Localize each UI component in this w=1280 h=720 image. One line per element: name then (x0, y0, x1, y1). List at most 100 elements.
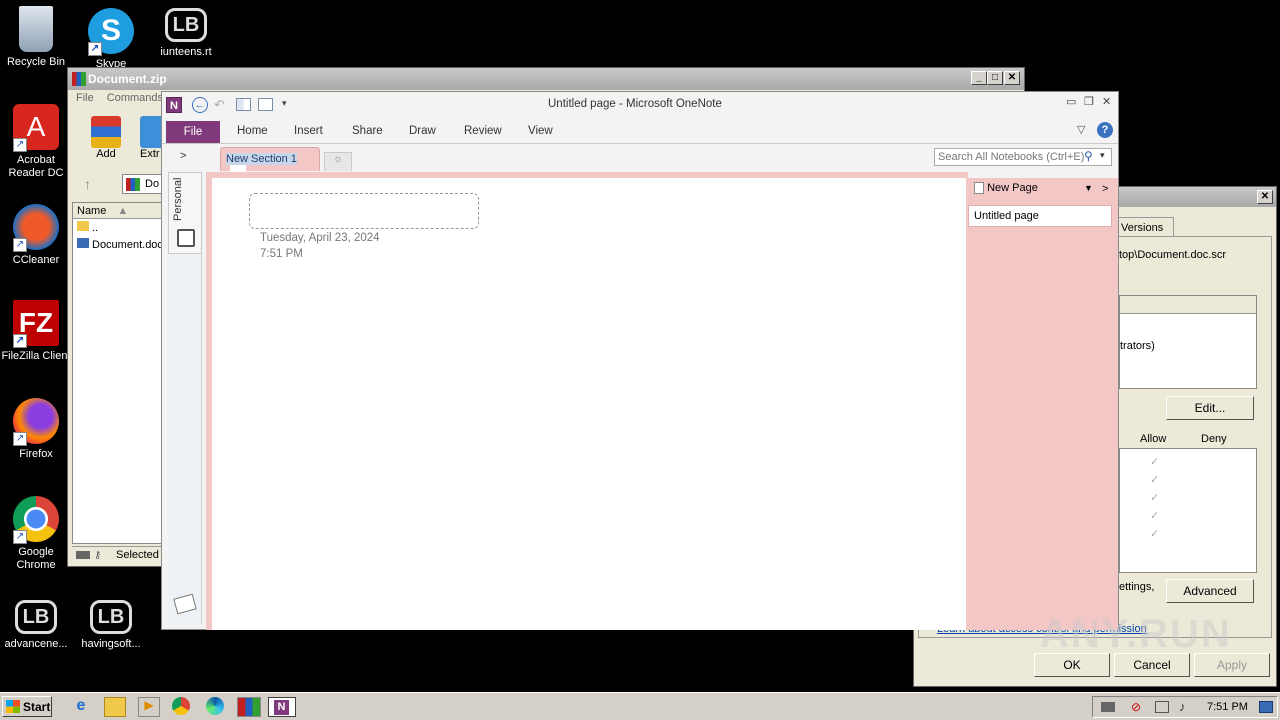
desktop-icon-label: CCleaner (12, 254, 60, 266)
close-button[interactable]: ✕ (1102, 95, 1111, 108)
column-header-name[interactable]: Name ▲ (73, 203, 161, 219)
status-bar: ⚷ Selected (72, 546, 162, 564)
desktop-icon-file-1[interactable]: LB iunteens.rt (148, 8, 224, 59)
status-text: Selected (116, 549, 159, 561)
shortcut-arrow-icon: ↗ (13, 432, 27, 446)
desktop-icon-file-3[interactable]: LB havingsoft... (73, 600, 149, 651)
chrome-icon[interactable] (172, 697, 190, 715)
tab-insert[interactable]: Insert (294, 121, 323, 141)
desktop-icon-recycle-bin[interactable]: Recycle Bin (0, 6, 74, 69)
expand-notebooks-icon[interactable]: > (180, 150, 186, 162)
minimize-button[interactable]: ▭ (1066, 95, 1076, 108)
edit-button[interactable]: Edit... (1166, 396, 1254, 420)
search-scope-dropdown-icon[interactable]: ▾ (1100, 150, 1105, 161)
search-icon[interactable]: ⚲ (1084, 149, 1093, 163)
folder-icon (77, 221, 89, 231)
add-button[interactable]: Add (88, 116, 124, 160)
dock-icon[interactable] (236, 98, 251, 111)
path-field[interactable]: Do (122, 174, 162, 194)
taskbar: Start e ▶ N ⊘ ♪ 7:51 PM (0, 692, 1280, 720)
tab-draw[interactable]: Draw (409, 121, 436, 141)
notebook-icon (177, 229, 195, 247)
winrar-title: Document.zip (88, 72, 167, 86)
back-icon[interactable]: ← (192, 97, 208, 113)
menu-commands[interactable]: Commands (107, 92, 163, 104)
desktop-icon-chrome[interactable]: ↗ Google Chrome (0, 496, 74, 572)
full-page-view-icon[interactable] (258, 98, 273, 111)
filezilla-icon: FZ ↗ (13, 300, 59, 348)
section-tab[interactable]: New Section 1 (220, 147, 320, 178)
winrar-titlebar[interactable]: Document.zip (68, 68, 1024, 90)
list-item[interactable]: Document.doc (73, 236, 163, 253)
help-icon[interactable]: ? (1097, 122, 1113, 138)
menu-file[interactable]: File (76, 92, 94, 104)
tab-versions[interactable]: Versions (1114, 217, 1174, 237)
page-title-box[interactable] (249, 193, 479, 229)
edge-icon[interactable] (206, 697, 224, 715)
explorer-icon[interactable] (104, 697, 126, 717)
security-alert-icon[interactable]: ⊘ (1131, 700, 1141, 714)
unfiled-notes-icon[interactable] (173, 593, 197, 615)
desktop-icon-filezilla[interactable]: FZ ↗ FileZilla Client (0, 300, 74, 363)
list-item[interactable]: .. (73, 219, 161, 236)
undo-icon[interactable]: ↶ (214, 97, 225, 113)
file-icon (77, 238, 89, 248)
show-desktop-icon[interactable] (1259, 701, 1273, 713)
page-list-pane: New Page ▼ > Untitled page (968, 178, 1118, 630)
maximize-button[interactable]: ❐ (1084, 95, 1094, 108)
minimize-button[interactable]: _ (971, 71, 987, 85)
onenote-taskbar-icon[interactable]: N (268, 697, 296, 717)
collapse-page-list-icon[interactable]: > (1102, 183, 1108, 195)
firefox-icon: ↗ (13, 398, 59, 446)
page-date: Tuesday, April 23, 2024 (260, 232, 380, 244)
new-section-tab[interactable]: ☼ (324, 152, 352, 171)
acrobat-icon: A ↗ (13, 104, 59, 152)
tab-home[interactable]: Home (237, 121, 268, 141)
winrar-taskbar-icon[interactable] (237, 697, 261, 717)
new-page-button[interactable]: New Page (974, 182, 1038, 195)
close-button[interactable]: ✕ (1004, 71, 1020, 85)
network-icon[interactable] (1101, 702, 1115, 712)
tab-file[interactable]: File (166, 121, 220, 143)
desktop-icon-label: Recycle Bin (6, 56, 66, 68)
tab-share[interactable]: Share (352, 121, 383, 141)
close-button[interactable]: ✕ (1257, 190, 1273, 204)
start-button[interactable]: Start (2, 696, 52, 717)
file-logo-icon: LB (15, 600, 57, 634)
section-tab-label[interactable]: New Section 1 (226, 153, 297, 165)
tab-review[interactable]: Review (464, 121, 502, 141)
extract-label: Extr (140, 148, 160, 160)
ribbon-separator (162, 143, 1118, 144)
up-arrow-icon[interactable]: ↑ (84, 176, 91, 192)
printer-icon[interactable] (1155, 701, 1169, 713)
desktop-icon-ccleaner[interactable]: ↗ CCleaner (0, 204, 74, 267)
notebook-pane: Personal (168, 172, 202, 624)
desktop-icon-label: FileZilla Client (1, 350, 71, 362)
ie-icon[interactable]: e (70, 697, 92, 717)
check-icon: ✓ (1150, 474, 1160, 486)
desktop-icon-acrobat[interactable]: A ↗ Acrobat Reader DC (0, 104, 74, 180)
shortcut-arrow-icon: ↗ (13, 138, 27, 152)
notebook-tab-personal[interactable]: Personal (168, 172, 202, 254)
system-tray: ⊘ ♪ 7:51 PM (1092, 696, 1278, 718)
clock[interactable]: 7:51 PM (1207, 701, 1248, 713)
new-page-dropdown-icon[interactable]: ▼ (1084, 183, 1093, 193)
advanced-button[interactable]: Advanced (1166, 579, 1254, 603)
group-list[interactable]: trators) (1119, 295, 1257, 389)
page-canvas[interactable]: Tuesday, April 23, 2024 7:51 PM (212, 178, 966, 630)
page-list-item[interactable]: Untitled page (968, 205, 1112, 227)
archive-icon (126, 178, 140, 191)
maximize-button[interactable]: □ (987, 71, 1003, 85)
tab-view[interactable]: View (528, 121, 553, 141)
desktop-icon-file-2[interactable]: LB advancene... (0, 600, 74, 651)
desktop-icon-skype[interactable]: S ↗ Skype (73, 8, 149, 71)
object-path: top\Document.doc.scr (1119, 249, 1226, 261)
volume-icon[interactable]: ♪ (1179, 699, 1186, 714)
qat-dropdown-icon[interactable]: ▾ (282, 98, 287, 109)
check-icon: ✓ (1150, 492, 1160, 504)
permissions-list: ✓ ✓ ✓ ✓ ✓ (1119, 448, 1257, 573)
key-icon: ⚷ (94, 550, 102, 561)
desktop-icon-firefox[interactable]: ↗ Firefox (0, 398, 74, 461)
media-player-icon[interactable]: ▶ (138, 697, 160, 717)
ribbon-collapse-icon[interactable]: ▽ (1077, 123, 1085, 136)
